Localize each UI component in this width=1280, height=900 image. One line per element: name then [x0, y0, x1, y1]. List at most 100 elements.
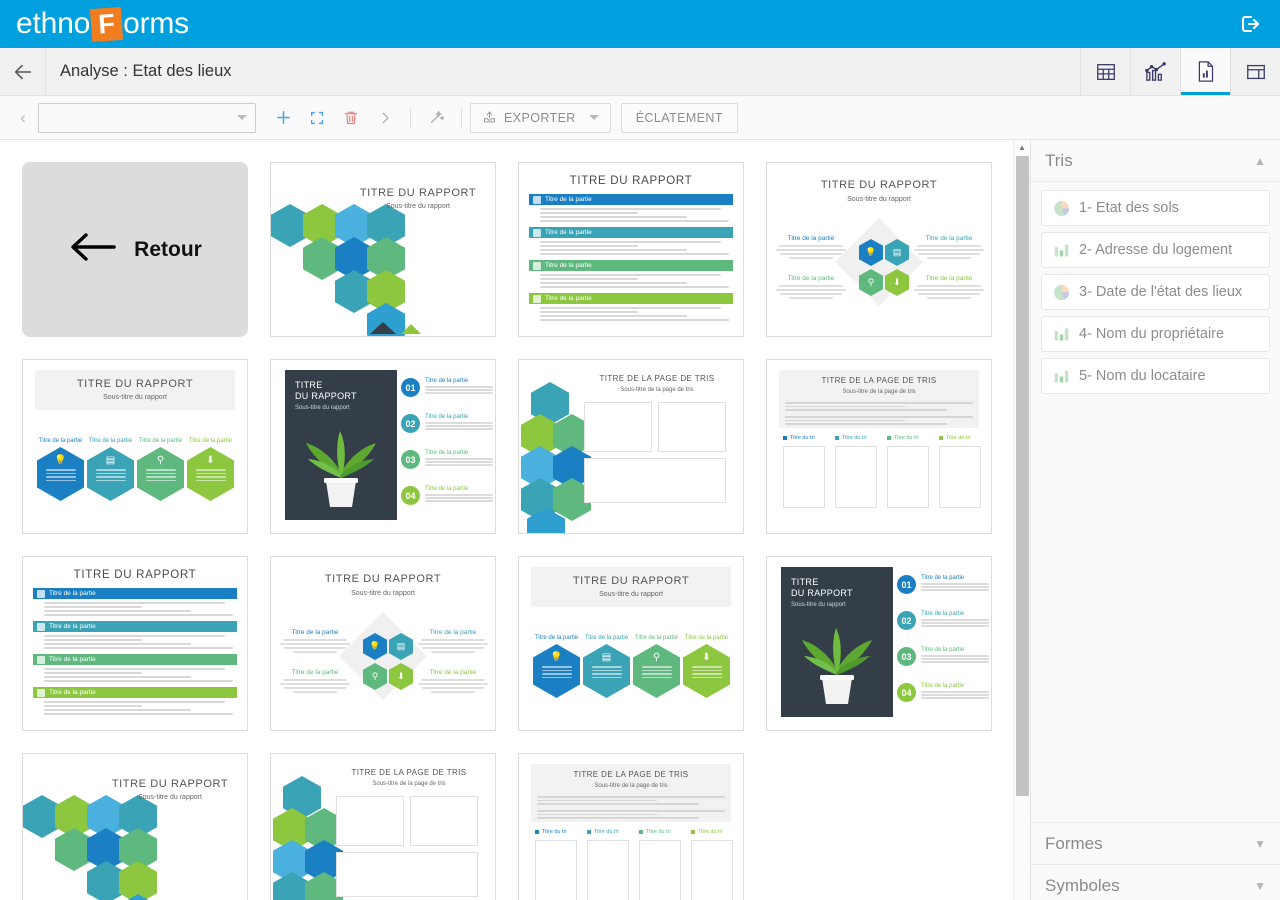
legend-item: Titre du tri	[535, 829, 567, 835]
slide-preview: TITRE DU RAPPORT Sous-titre du rapport	[271, 163, 495, 336]
tab-chart[interactable]	[1130, 48, 1180, 95]
paragraph	[537, 810, 725, 821]
template-thumbnail[interactable]: TITRE DE LA PAGE DE TRIS Sous-titre de la…	[270, 753, 496, 900]
accordion-formes[interactable]: Formes ▼	[1031, 822, 1280, 864]
app-logo: ethno Forms	[16, 6, 189, 42]
frame-page-button[interactable]	[300, 103, 334, 133]
template-thumbnail[interactable]: TITRE DU RAPPORT Sous-titre du rapport	[22, 753, 248, 900]
diamond-text-block: Titre de la partie	[775, 275, 847, 301]
accordion-symboles[interactable]: Symboles ▼	[1031, 864, 1280, 900]
eclatement-button[interactable]: ÉCLATEMENT	[620, 102, 738, 133]
paragraph	[785, 416, 973, 427]
diamond-text-block: Titre de la partie	[913, 275, 985, 301]
hex-pattern	[23, 795, 173, 900]
template-thumbnail[interactable]: TITRE DU RAPPORT Sous-titre du rapport 💡 ▤ ⚲…	[766, 162, 992, 337]
number-badge: 03	[401, 450, 420, 469]
slide-subtitle: Sous-titre de la page de tris	[620, 387, 694, 393]
retour-button[interactable]: Retour	[22, 162, 248, 337]
hex-column: Titre de la partie ⚲	[633, 635, 680, 698]
tris-item-3[interactable]: 3- Date de l'état des lieux	[1041, 274, 1270, 310]
logo-text-2: orms	[123, 7, 189, 40]
slide-subtitle: Sous-titre du rapport	[599, 591, 663, 598]
template-thumbnail[interactable]: TITRE DU RAPPORT Titre de la partie Titre …	[518, 162, 744, 337]
placeholder-box	[587, 840, 629, 900]
tris-item-4[interactable]: 4- Nom du propriétaire	[1041, 316, 1270, 352]
number-badge: 02	[897, 611, 916, 630]
slide-subtitle: Sous-titre du rapport	[386, 203, 450, 210]
header-band	[531, 567, 731, 607]
diamond-text-block: Titre de la partie	[279, 629, 351, 655]
diamond-text-block: Titre de la partie	[775, 235, 847, 261]
numbered-text: Titre de la partie	[425, 450, 493, 468]
template-thumbnail[interactable]: TITRE DE LA PAGE DE TRIS Sous-titre de la…	[518, 359, 744, 534]
slide-preview: TITRE DU RAPPORT Sous-titre du rapport 01 Ti…	[271, 360, 495, 533]
section-icon	[533, 195, 541, 204]
column-icon: ⬇	[702, 652, 711, 663]
tab-report[interactable]	[1180, 48, 1230, 95]
legend-dot	[691, 830, 695, 834]
scrollbar-thumb[interactable]	[1016, 156, 1029, 796]
toolbar-divider	[410, 106, 411, 129]
hex-column: Titre de la partie ⚲	[137, 438, 184, 501]
column-icon: 💡	[54, 455, 67, 466]
placeholder-box	[639, 840, 681, 900]
template-thumbnail[interactable]: TITRE DU RAPPORT Sous-titre du rapport Tit…	[518, 556, 744, 731]
template-thumbnail[interactable]: TITRE DU RAPPORT Sous-titre du rapport 01 Ti…	[766, 556, 992, 731]
gallery-scrollbar[interactable]: ▲ ▼	[1013, 140, 1030, 900]
back-button[interactable]	[0, 48, 46, 95]
right-panel: Tris ▲ 1- Etat des sols 2- Adresse du log…	[1030, 140, 1280, 900]
template-thumbnail[interactable]: TITRE DU RAPPORT Sous-titre du rapport 01 Ti…	[270, 359, 496, 534]
hex-pattern	[519, 382, 591, 533]
hex-column: Titre de la partie 💡	[37, 438, 84, 501]
accordion-tris[interactable]: Tris ▲	[1031, 140, 1280, 182]
template-thumbnail[interactable]: TITRE DU RAPPORT Titre de la partie Titre …	[22, 556, 248, 731]
slide-preview: TITRE DU RAPPORT Sous-titre du rapport 💡 ▤ ⚲…	[767, 163, 991, 336]
number-badge: 04	[401, 486, 420, 505]
numbered-text: Titre de la partie	[425, 378, 493, 396]
template-thumbnail[interactable]: TITRE DU RAPPORT Sous-titre du rapport Tit…	[22, 359, 248, 534]
toolbar-prev-button[interactable]: ‹	[8, 103, 38, 133]
diamond-layout: 💡 ▤ ⚲ ⬇ Titre de la partie Titre de la partie…	[767, 163, 991, 336]
section-title: Titre de la partie	[545, 196, 592, 203]
pie-chart-icon	[1053, 284, 1070, 301]
section-icon	[37, 688, 45, 697]
tris-item-2[interactable]: 2- Adresse du logement	[1041, 232, 1270, 268]
template-thumbnail[interactable]: TITRE DE LA PAGE DE TRIS Sous-titre de la…	[766, 359, 992, 534]
toolbar-next-button[interactable]	[368, 103, 402, 133]
tris-list: 1- Etat des sols 2- Adresse du logement 3-…	[1031, 182, 1280, 822]
page-select[interactable]	[38, 102, 256, 133]
dark-panel: TITRE DU RAPPORT Sous-titre du rapport	[285, 370, 397, 520]
legend-dot	[783, 436, 787, 440]
numbered-item: 04 Titre de la partie	[401, 486, 493, 505]
placeholder-box	[336, 796, 404, 846]
template-thumbnail[interactable]: TITRE DU RAPPORT Sous-titre du rapport	[270, 162, 496, 337]
tab-table[interactable]	[1080, 48, 1130, 95]
placeholder-box	[535, 840, 577, 900]
export-button[interactable]: EXPORTER	[470, 102, 611, 133]
section-lines	[529, 205, 733, 222]
section-lines	[529, 238, 733, 255]
slide-preview: TITRE DU RAPPORT Titre de la partie Titre …	[23, 557, 247, 730]
tris-item-5[interactable]: 5- Nom du locataire	[1041, 358, 1270, 394]
delete-page-button[interactable]	[334, 103, 368, 133]
page-title: Analyse : Etat des lieux	[60, 62, 232, 80]
accordion-tris-label: Tris	[1045, 150, 1073, 170]
arrow-left-icon	[68, 230, 116, 269]
app-root: ethno Forms Analyse : Etat des lieux ‹ E…	[0, 0, 1280, 900]
magic-wand-button[interactable]	[419, 103, 453, 133]
number-badge: 03	[897, 647, 916, 666]
export-chevron-down-icon[interactable]	[588, 115, 599, 120]
chevron-down-icon	[237, 115, 247, 120]
scroll-up-icon[interactable]: ▲	[1014, 140, 1030, 154]
section-lines	[33, 632, 237, 649]
bar-section: Titre de la partie	[33, 687, 237, 715]
section-title: Titre de la partie	[545, 262, 592, 269]
template-thumbnail[interactable]: TITRE DE LA PAGE DE TRIS Sous-titre de la…	[518, 753, 744, 900]
section-icon	[37, 589, 45, 598]
section-title: Titre de la partie	[545, 229, 592, 236]
template-thumbnail[interactable]: TITRE DU RAPPORT Sous-titre du rapport 💡 ▤ ⚲…	[270, 556, 496, 731]
tris-item-1[interactable]: 1- Etat des sols	[1041, 190, 1270, 226]
logout-icon[interactable]	[1234, 8, 1266, 40]
add-page-button[interactable]	[266, 103, 300, 133]
tab-layout[interactable]	[1230, 48, 1280, 95]
